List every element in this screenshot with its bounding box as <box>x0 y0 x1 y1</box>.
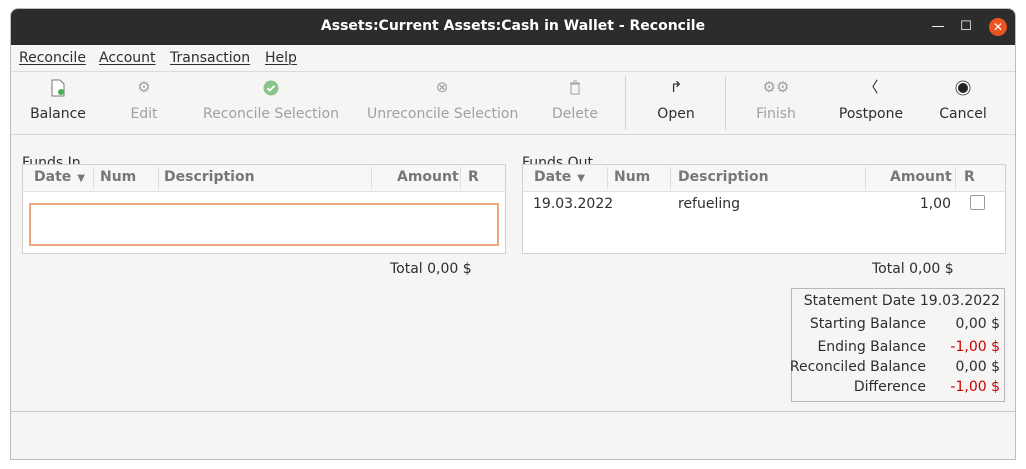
column-divider <box>371 167 372 189</box>
difference-value: -1,00 $ <box>950 379 1000 395</box>
row-amount: 1,00 <box>919 196 951 212</box>
record-icon <box>935 72 991 102</box>
sort-down-icon: ▼ <box>577 173 585 184</box>
menu-help[interactable]: Help <box>265 50 297 66</box>
toolbar: Balance ⚙ Edit Reconcile Selection ⊗ Unr… <box>11 72 1015 135</box>
minimize-button[interactable]: — <box>929 18 947 36</box>
delete-label: Delete <box>552 106 598 122</box>
reconciled-balance-value: 0,00 $ <box>955 359 1000 375</box>
column-divider <box>460 167 461 189</box>
col-amount[interactable]: Amount <box>397 169 459 185</box>
balance-button[interactable]: Balance <box>25 72 91 134</box>
delete-button[interactable]: Delete <box>547 72 603 134</box>
chevron-left-icon: 〈 <box>863 78 879 96</box>
cancel-label: Cancel <box>939 106 987 122</box>
row-description: refueling <box>678 196 741 212</box>
funds-in-frame: Date ▼ Num Description Amount R <box>22 164 506 254</box>
menu-account[interactable]: Account <box>99 50 156 66</box>
open-icon: ↱ <box>669 78 683 96</box>
postpone-label: Postpone <box>838 106 904 122</box>
funds-out-total: Total 0,00 $ <box>872 261 954 277</box>
sort-down-icon: ▼ <box>77 173 85 184</box>
reconcile-selection-button[interactable]: Reconcile Selection <box>203 72 339 134</box>
edit-label: Edit <box>130 106 158 122</box>
reconcile-summary: Statement Date 19.03.2022 Starting Balan… <box>789 288 1005 402</box>
balance-label: Balance <box>30 106 86 122</box>
table-row[interactable]: 19.03.2022 refueling 1,00 <box>523 191 1005 217</box>
column-divider <box>93 167 94 189</box>
funds-in-header: Date ▼ Num Description Amount R <box>23 165 505 192</box>
status-separator <box>11 411 1015 412</box>
col-r[interactable]: R <box>964 169 975 185</box>
col-description[interactable]: Description <box>678 169 769 185</box>
maximize-button[interactable]: ☐ <box>957 18 975 36</box>
row-date: 19.03.2022 <box>533 196 614 212</box>
menu-bar: Reconcile Account Transaction Help <box>11 45 1015 72</box>
starting-balance-value: 0,00 $ <box>955 316 1000 332</box>
close-button[interactable]: ✕ <box>989 18 1007 36</box>
finish-label: Finish <box>756 106 796 122</box>
funds-in-total: Total 0,00 $ <box>390 261 472 277</box>
menu-reconcile[interactable]: Reconcile <box>19 50 86 66</box>
col-amount[interactable]: Amount <box>890 169 952 185</box>
col-num[interactable]: Num <box>100 169 136 185</box>
cancel-circle-icon: ⊗ <box>435 78 449 96</box>
trash-icon <box>547 72 603 102</box>
postpone-button[interactable]: 〈 Postpone <box>831 72 911 134</box>
reconciled-checkbox[interactable] <box>970 195 985 210</box>
finish-button[interactable]: ⚙⚙ Finish <box>747 72 805 134</box>
column-divider <box>955 167 956 189</box>
difference-label: Difference <box>853 379 926 395</box>
check-circle-icon <box>203 72 339 102</box>
reconcile-window: Assets:Current Assets:Cash in Wallet - R… <box>10 8 1016 460</box>
open-label: Open <box>657 106 695 122</box>
gears-icon: ⚙⚙ <box>762 78 790 96</box>
open-button[interactable]: ↱ Open <box>647 72 705 134</box>
toolbar-separator <box>625 76 626 130</box>
col-num[interactable]: Num <box>614 169 650 185</box>
ending-balance-label: Ending Balance <box>817 339 926 355</box>
window-title: Assets:Current Assets:Cash in Wallet - R… <box>320 18 706 34</box>
reconciled-balance-label: Reconciled Balance <box>789 359 926 375</box>
funds-out-frame: Date ▼ Num Description Amount R 19.03.202… <box>522 164 1006 254</box>
column-divider <box>670 167 671 189</box>
col-description[interactable]: Description <box>164 169 255 185</box>
balance-icon <box>25 72 91 102</box>
starting-balance-label: Starting Balance <box>809 316 926 332</box>
edit-button[interactable]: ⚙ Edit <box>119 72 169 134</box>
title-bar: Assets:Current Assets:Cash in Wallet - R… <box>11 9 1015 45</box>
gear-icon: ⚙ <box>137 78 151 96</box>
column-divider <box>865 167 866 189</box>
toolbar-separator <box>725 76 726 130</box>
col-date[interactable]: Date ▼ <box>534 169 585 185</box>
column-divider <box>607 167 608 189</box>
ending-balance-value: -1,00 $ <box>950 339 1000 355</box>
unreconcile-selection-button[interactable]: ⊗ Unreconcile Selection <box>367 72 519 134</box>
funds-out-header: Date ▼ Num Description Amount R <box>523 165 1005 192</box>
col-r[interactable]: R <box>468 169 479 185</box>
column-divider <box>158 167 159 189</box>
funds-in-list[interactable] <box>29 203 499 246</box>
unreconcile-selection-label: Unreconcile Selection <box>367 106 519 122</box>
reconcile-selection-label: Reconcile Selection <box>203 106 339 122</box>
statement-date: Statement Date 19.03.2022 <box>803 293 1000 309</box>
menu-transaction[interactable]: Transaction <box>170 50 250 66</box>
cancel-button[interactable]: Cancel <box>935 72 991 134</box>
col-date[interactable]: Date ▼ <box>34 169 85 185</box>
